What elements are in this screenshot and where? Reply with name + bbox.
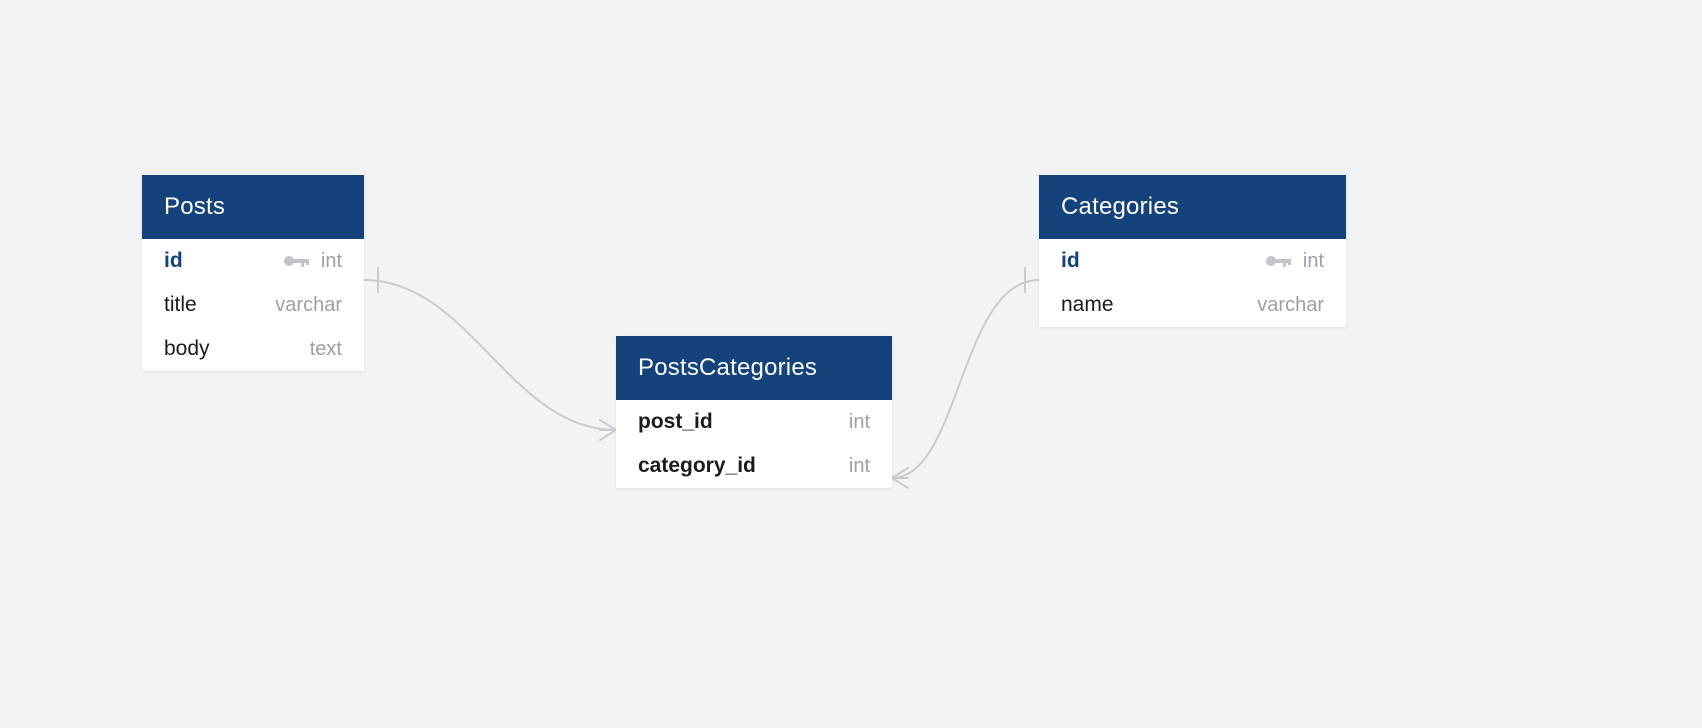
column-posts-id[interactable]: id int xyxy=(142,239,364,283)
connector-categories-to-postscategories xyxy=(892,280,1039,478)
column-name: id xyxy=(1061,249,1265,273)
column-name: title xyxy=(164,293,275,317)
entity-posts[interactable]: Posts id int title varchar body text xyxy=(142,175,364,371)
entity-categories[interactable]: Categories id int name varchar xyxy=(1039,175,1346,327)
column-postscategories-postid[interactable]: post_id int xyxy=(616,400,892,444)
column-name: post_id xyxy=(638,410,849,434)
entity-categories-title: Categories xyxy=(1039,175,1346,239)
column-type: int xyxy=(321,250,342,273)
column-posts-body[interactable]: body text xyxy=(142,327,364,371)
column-posts-title[interactable]: title varchar xyxy=(142,283,364,327)
primary-key-icon xyxy=(283,253,309,269)
column-categories-id[interactable]: id int xyxy=(1039,239,1346,283)
column-type: varchar xyxy=(275,294,342,317)
entity-postscategories[interactable]: PostsCategories post_id int category_id … xyxy=(616,336,892,488)
column-name: name xyxy=(1061,293,1257,317)
column-type: int xyxy=(849,411,870,434)
connector-posts-to-postscategories xyxy=(364,280,616,430)
entity-posts-title: Posts xyxy=(142,175,364,239)
column-name: id xyxy=(164,249,283,273)
column-postscategories-categoryid[interactable]: category_id int xyxy=(616,444,892,488)
column-name: body xyxy=(164,337,310,361)
column-type: text xyxy=(310,338,342,361)
column-categories-name[interactable]: name varchar xyxy=(1039,283,1346,327)
cardinality-many-postid xyxy=(600,420,616,440)
erd-canvas: Posts id int title varchar body text Pos… xyxy=(0,0,1702,728)
entity-postscategories-title: PostsCategories xyxy=(616,336,892,400)
column-name: category_id xyxy=(638,454,849,478)
cardinality-many-categoryid xyxy=(892,468,908,488)
column-type: varchar xyxy=(1257,294,1324,317)
column-type: int xyxy=(1303,250,1324,273)
primary-key-icon xyxy=(1265,253,1291,269)
column-type: int xyxy=(849,455,870,478)
